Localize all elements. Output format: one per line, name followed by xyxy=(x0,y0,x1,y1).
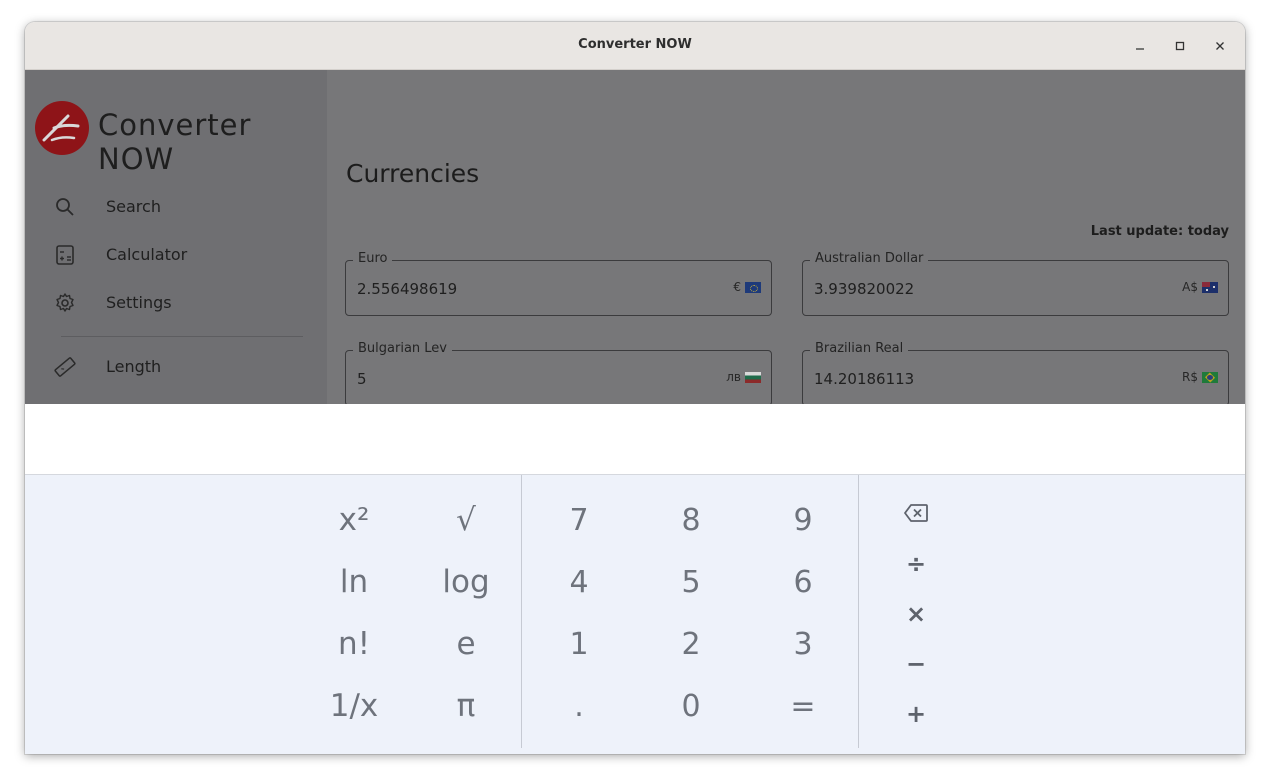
currency-symbol: лв xyxy=(726,370,761,384)
calculator-icon xyxy=(56,245,74,265)
app-content: Converter NOW Search Calculator Settings… xyxy=(25,70,1245,404)
key-backspace[interactable] xyxy=(896,493,936,533)
ruler-icon xyxy=(54,357,76,377)
key-9[interactable]: 9 xyxy=(758,492,848,548)
au-flag-icon xyxy=(1202,281,1218,293)
calculator-panel: x² √ ln log n! e 1/x π 7 8 9 4 5 6 1 2 3… xyxy=(25,404,1245,754)
currency-symbol: € xyxy=(733,280,761,294)
field-label: Australian Dollar xyxy=(810,251,929,266)
maximize-icon xyxy=(1175,41,1185,51)
keypad-divider xyxy=(521,475,522,748)
page-title: Currencies xyxy=(346,159,480,188)
bg-flag-icon xyxy=(745,371,761,383)
nav-item-length[interactable]: Length xyxy=(25,345,325,389)
key-divide[interactable]: ÷ xyxy=(896,544,936,584)
app-window: Converter NOW Converter NOW Search Calcu… xyxy=(25,22,1245,754)
window-title: Converter NOW xyxy=(578,37,692,52)
maximize-button[interactable] xyxy=(1168,34,1192,58)
key-2[interactable]: 2 xyxy=(646,616,736,672)
br-flag-icon xyxy=(1202,371,1218,383)
nav-item-settings[interactable]: Settings xyxy=(25,281,325,325)
key-3[interactable]: 3 xyxy=(758,616,848,672)
currency-field-australian-dollar[interactable]: Australian Dollar 3.939820022 A$ xyxy=(802,251,1229,316)
field-value: 3.939820022 xyxy=(814,280,915,298)
key-multiply[interactable]: × xyxy=(896,594,936,634)
last-update-text: Last update: today xyxy=(1090,224,1229,239)
field-label: Euro xyxy=(353,251,393,266)
key-add[interactable]: + xyxy=(896,694,936,734)
key-7[interactable]: 7 xyxy=(534,492,624,548)
key-square[interactable]: x² xyxy=(309,492,399,548)
app-brand-name: Converter NOW xyxy=(98,108,252,176)
currency-symbol: A$ xyxy=(1182,280,1218,294)
symbol-text: лв xyxy=(726,370,741,384)
field-value: 14.20186113 xyxy=(814,370,915,388)
key-5[interactable]: 5 xyxy=(646,554,736,610)
currency-field-bulgarian-lev[interactable]: Bulgarian Lev 5 лв xyxy=(345,341,772,404)
key-8[interactable]: 8 xyxy=(646,492,736,548)
key-reciprocal[interactable]: 1/x xyxy=(309,678,399,734)
backspace-icon xyxy=(904,504,928,522)
key-0[interactable]: 0 xyxy=(646,678,736,734)
calculator-display xyxy=(25,404,1245,475)
key-1[interactable]: 1 xyxy=(534,616,624,672)
drawer-divider xyxy=(61,336,303,337)
key-equals[interactable]: = xyxy=(758,678,848,734)
key-sqrt[interactable]: √ xyxy=(421,492,511,548)
keypad-divider xyxy=(858,475,859,748)
title-bar: Converter NOW xyxy=(25,22,1245,70)
symbol-text: € xyxy=(733,280,741,294)
field-value: 5 xyxy=(357,370,367,388)
calculator-keypad: x² √ ln log n! e 1/x π 7 8 9 4 5 6 1 2 3… xyxy=(25,475,1245,754)
minimize-button[interactable] xyxy=(1128,34,1152,58)
currency-field-euro[interactable]: Euro 2.556498619 € xyxy=(345,251,772,316)
nav-item-label: Search xyxy=(106,197,161,216)
currency-field-brazilian-real[interactable]: Brazilian Real 14.20186113 R$ xyxy=(802,341,1229,404)
nav-item-label: Calculator xyxy=(106,245,188,264)
key-e[interactable]: e xyxy=(421,616,511,672)
app-logo-icon xyxy=(35,101,89,155)
symbol-text: R$ xyxy=(1182,370,1198,384)
field-label: Bulgarian Lev xyxy=(353,341,452,356)
nav-item-search[interactable]: Search xyxy=(25,185,325,229)
currency-symbol: R$ xyxy=(1182,370,1218,384)
gear-icon xyxy=(56,293,74,312)
field-label: Brazilian Real xyxy=(810,341,909,356)
minimize-icon xyxy=(1136,48,1144,50)
symbol-text: A$ xyxy=(1182,280,1198,294)
nav-item-label: Length xyxy=(106,357,162,376)
key-pi[interactable]: π xyxy=(421,678,511,734)
key-decimal-point[interactable]: . xyxy=(534,678,624,734)
close-icon xyxy=(1216,42,1224,50)
key-ln[interactable]: ln xyxy=(309,554,399,610)
field-value: 2.556498619 xyxy=(357,280,458,298)
nav-item-calculator[interactable]: Calculator xyxy=(25,233,325,277)
navigation-drawer: Converter NOW Search Calculator Settings… xyxy=(25,70,327,404)
key-factorial[interactable]: n! xyxy=(309,616,399,672)
eu-flag-icon xyxy=(745,281,761,293)
nav-item-label: Settings xyxy=(106,293,172,312)
key-subtract[interactable]: − xyxy=(896,644,936,684)
key-6[interactable]: 6 xyxy=(758,554,848,610)
close-button[interactable] xyxy=(1208,34,1232,58)
key-4[interactable]: 4 xyxy=(534,554,624,610)
search-icon xyxy=(56,198,74,216)
key-log[interactable]: log xyxy=(421,554,511,610)
